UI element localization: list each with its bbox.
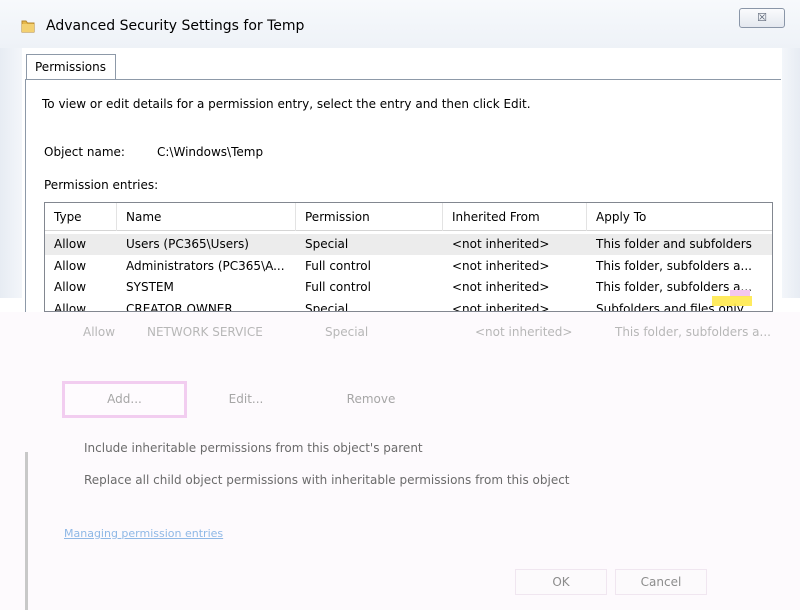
cell-type: Allow — [54, 280, 87, 294]
column-header-type[interactable]: Type — [45, 203, 117, 231]
column-header-apply-to[interactable]: Apply To — [587, 203, 772, 231]
intro-text: To view or edit details for a permission… — [42, 97, 531, 111]
window-frame-left — [0, 48, 22, 298]
cell-type: Allow — [54, 302, 87, 311]
window-title: Advanced Security Settings for Temp — [46, 18, 305, 34]
cell-permission: Full control — [305, 259, 371, 273]
tab-label: Permissions — [35, 60, 106, 74]
cell-type: Allow — [54, 237, 87, 251]
column-header-inherited-from[interactable]: Inherited From — [443, 203, 587, 231]
managing-permission-entries-link[interactable]: Managing permission entries — [64, 527, 223, 540]
cell-apply-to: This folder and subfolders — [596, 237, 752, 251]
tab-permissions[interactable]: Permissions — [26, 54, 116, 80]
edit-button[interactable]: Edit... — [200, 392, 292, 406]
cell-permission: Full control — [305, 280, 371, 294]
cell-apply-to: This folder, subfolders a... — [615, 325, 771, 339]
table-row[interactable]: Allow NETWORK SERVICE Special <not inher… — [0, 322, 800, 342]
cell-name: NETWORK SERVICE — [147, 325, 263, 339]
cell-type: Allow — [83, 325, 116, 339]
cell-name: Administrators (PC365\A... — [126, 259, 285, 273]
table-header: Type Name Permission Inherited From Appl… — [45, 203, 772, 231]
object-name-label: Object name: — [44, 145, 125, 159]
table-row[interactable]: Allow Administrators (PC365\A... Full co… — [45, 256, 772, 277]
permission-entries-label: Permission entries: — [44, 178, 159, 192]
cell-permission: Special — [305, 302, 349, 311]
close-icon: ☒ — [757, 11, 767, 24]
window-frame-right — [782, 48, 800, 298]
cell-inherited-from: <not inherited> — [452, 280, 550, 294]
cell-inherited-from: <not inherited> — [452, 302, 550, 311]
column-header-permission[interactable]: Permission — [296, 203, 443, 231]
remove-button[interactable]: Remove — [325, 392, 417, 406]
cancel-button[interactable]: Cancel — [615, 569, 707, 595]
column-header-name[interactable]: Name — [117, 203, 296, 231]
cell-inherited-from: <not inherited> — [452, 237, 550, 251]
include-inheritable-checkbox[interactable]: Include inheritable permissions from thi… — [84, 441, 423, 455]
title-bar: Advanced Security Settings for Temp ☒ — [0, 0, 800, 48]
cell-name: Users (PC365\Users) — [126, 237, 249, 251]
table-row[interactable]: Allow SYSTEM Full control <not inherited… — [45, 277, 772, 298]
object-name-value: C:\Windows\Temp — [157, 145, 264, 159]
cell-inherited-from: <not inherited> — [475, 325, 573, 339]
faded-lower-region — [0, 312, 800, 610]
advanced-security-settings-window: Advanced Security Settings for Temp ☒ Pe… — [0, 0, 800, 610]
cell-apply-to: This folder, subfolders a... — [596, 259, 752, 273]
folder-icon — [20, 18, 36, 34]
table-row[interactable]: Allow CREATOR OWNER Special <not inherit… — [45, 299, 772, 311]
render-artifact — [712, 296, 752, 306]
cell-permission: Special — [325, 325, 369, 339]
close-button[interactable]: ☒ — [739, 8, 785, 28]
cell-type: Allow — [54, 259, 87, 273]
ok-button[interactable]: OK — [515, 569, 607, 595]
cell-name: SYSTEM — [126, 280, 174, 294]
permission-entries-table[interactable]: Type Name Permission Inherited From Appl… — [44, 202, 773, 312]
cell-inherited-from: <not inherited> — [452, 259, 550, 273]
table-row[interactable]: Allow Users (PC365\Users) Special <not i… — [45, 234, 772, 255]
window-frame-left-lower — [25, 452, 28, 610]
replace-child-permissions-checkbox[interactable]: Replace all child object permissions wit… — [84, 473, 570, 487]
cell-permission: Special — [305, 237, 349, 251]
add-button[interactable]: Add... — [62, 381, 187, 418]
cell-name: CREATOR OWNER — [126, 302, 233, 311]
